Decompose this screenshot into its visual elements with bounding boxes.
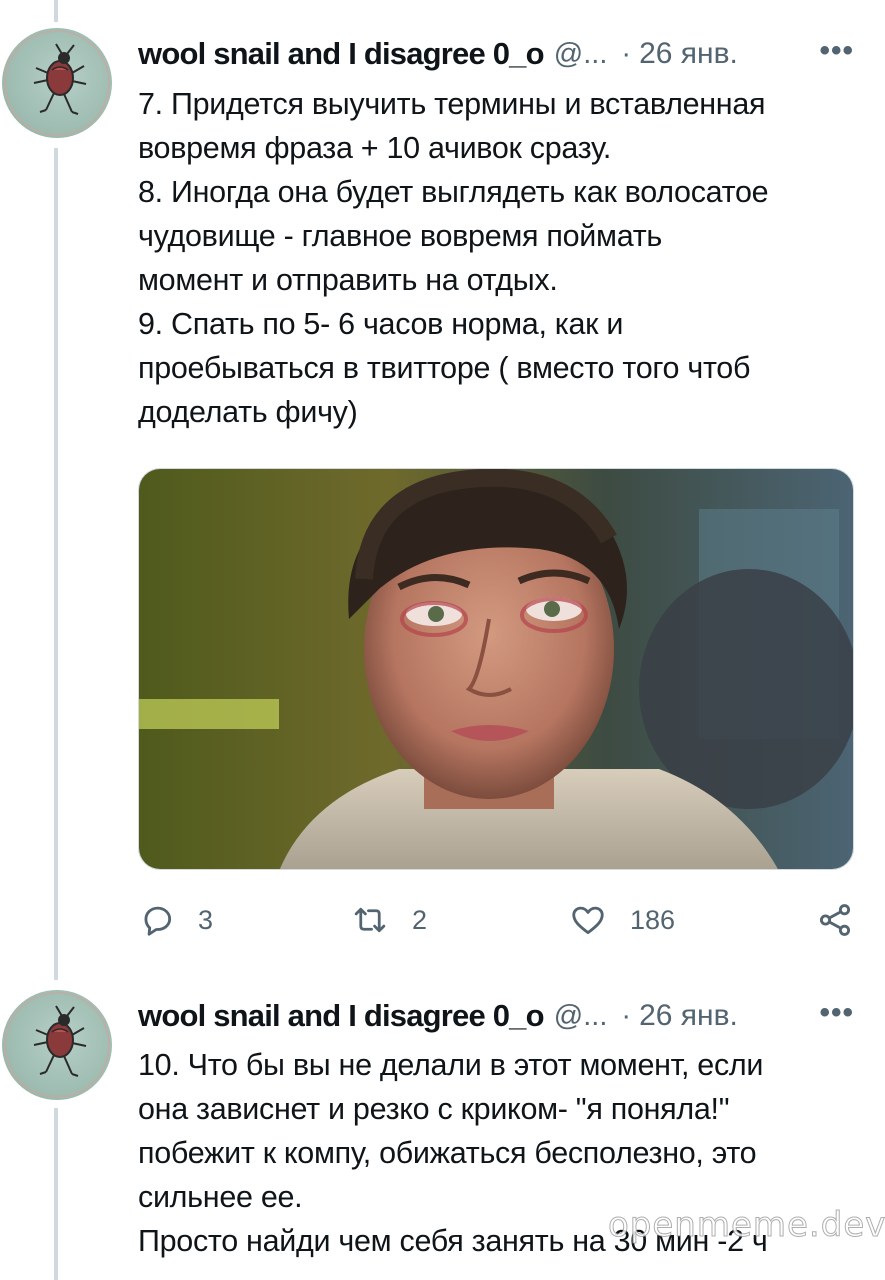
display-name[interactable]: wool snail and I disagree 0_o (138, 998, 545, 1034)
share-icon (816, 901, 854, 939)
like-button[interactable]: 186 (568, 890, 675, 950)
tweet-line: чудовище - главное вовремя поймать (138, 219, 662, 253)
beetle-avatar-image (4, 30, 110, 136)
tweet-header: wool snail and I disagree 0_o @... · 26 … (138, 992, 858, 1040)
tweet-line: проебываться в твитторе ( вместо того чт… (138, 351, 751, 385)
tweet-line: 10. Что бы вы не делали в этот момент, е… (138, 1048, 764, 1082)
thread-line (54, 1108, 58, 1280)
tweet-header: wool snail and I disagree 0_o @... · 26 … (138, 30, 858, 78)
tweet-line: доделать фичу) (138, 395, 358, 429)
thread-line (54, 0, 58, 22)
tweet-line: вовремя фраза + 10 ачивок сразу. (138, 131, 612, 165)
beetle-avatar-image (4, 992, 110, 1098)
tweet-actions: 3 2 186 (138, 890, 854, 950)
display-name[interactable]: wool snail and I disagree 0_o (138, 36, 545, 72)
watermark: openmeme.dev (607, 1205, 885, 1246)
tweet-line: 8. Иногда она будет выглядеть как волоса… (138, 175, 769, 209)
separator-dot: · (621, 999, 632, 1032)
more-options-icon[interactable]: ••• (819, 996, 854, 1030)
tweet-date[interactable]: 26 янв. (639, 999, 738, 1033)
tweet-text: 7. Придется выучить термины и вставленна… (138, 82, 868, 434)
share-button[interactable] (816, 890, 854, 950)
tweet-line: она зависнет и резко с криком- "я поняла… (138, 1092, 730, 1126)
separator-dot: · (621, 37, 632, 70)
retweet-icon (350, 901, 390, 939)
tweet-line: 9. Спать по 5- 6 часов норма, как и (138, 307, 624, 341)
crying-man-image (139, 469, 853, 869)
like-count: 186 (630, 904, 676, 935)
tweet-media-image[interactable] (138, 468, 854, 870)
reply-count: 3 (198, 904, 214, 935)
retweet-button[interactable]: 2 (350, 890, 427, 950)
tweet-line: момент и отправить на отдых. (138, 263, 558, 297)
heart-icon (568, 901, 608, 939)
reply-button[interactable]: 3 (138, 890, 213, 950)
thread-line (54, 148, 58, 980)
tweet-line: побежит к компу, обижаться бесполезно, э… (138, 1136, 757, 1170)
avatar[interactable] (2, 990, 112, 1100)
tweet-date[interactable]: 26 янв. (639, 37, 738, 71)
user-handle[interactable]: @... (554, 1000, 608, 1033)
reply-icon (138, 901, 176, 939)
more-options-icon[interactable]: ••• (819, 34, 854, 68)
user-handle[interactable]: @... (554, 38, 608, 71)
retweet-count: 2 (412, 904, 428, 935)
avatar[interactable] (2, 28, 112, 138)
tweet-line: 7. Придется выучить термины и вставленна… (138, 87, 766, 121)
